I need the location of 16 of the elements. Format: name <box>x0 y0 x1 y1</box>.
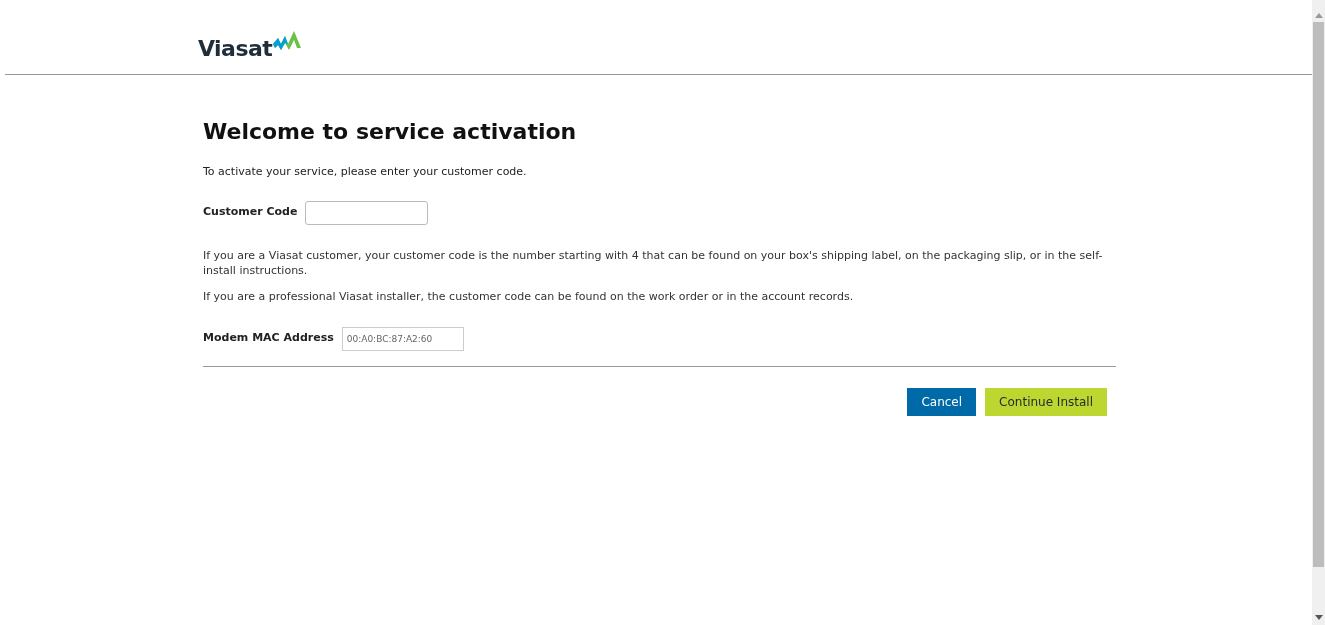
field-label: Modem MAC Address <box>203 330 334 347</box>
continue-button[interactable]: Continue Install <box>985 387 1107 416</box>
scroll-down-icon[interactable] <box>1314 615 1323 621</box>
mac-address-field[interactable]: 00:A0:BC:87:A2:60 <box>341 326 464 351</box>
customer-code-field[interactable] <box>305 200 429 225</box>
cancel-button[interactable]: Cancel <box>907 387 977 416</box>
scroll-up-icon[interactable] <box>1314 12 1323 18</box>
scrollbar-thumb[interactable] <box>1313 22 1324 567</box>
logo-text: Viasat <box>198 38 273 60</box>
field-label: Customer Code <box>203 204 298 221</box>
page-title: Welcome to service activation <box>203 118 578 146</box>
help-text: If you are a professional Viasat installer, the customer code can be found on the work order or in the account records. <box>203 288 855 304</box>
logo-mark-icon <box>272 30 303 52</box>
help-text: If you are a Viasat customer, your customer code is the number starting with 4 that can be found on your box's shipping label, on the packaging slip, or in the self-install instructions. <box>203 247 1104 278</box>
scrollbar[interactable] <box>1312 0 1325 625</box>
intro-text: To activate your service, please enter your customer code. <box>203 164 528 180</box>
